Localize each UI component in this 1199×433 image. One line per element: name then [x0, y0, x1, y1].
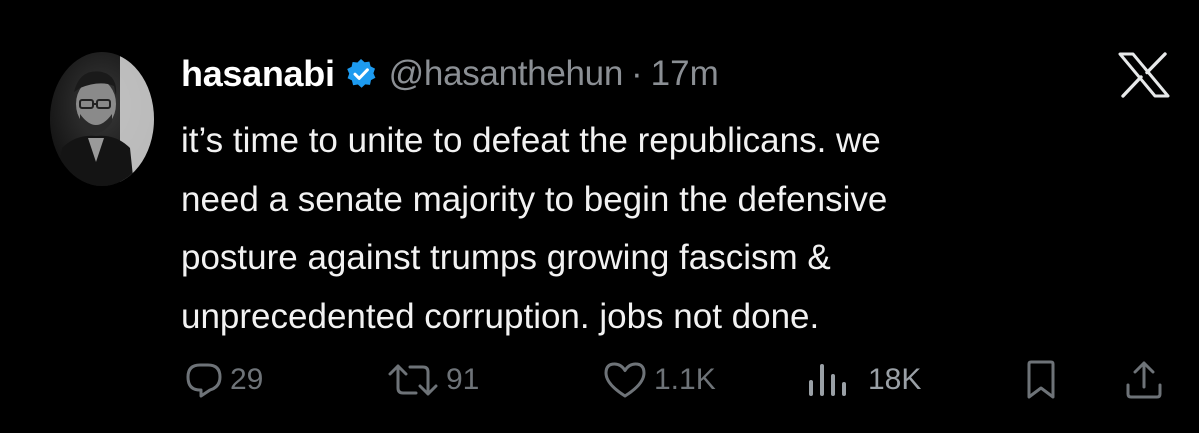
- like-icon: [602, 360, 648, 400]
- avatar[interactable]: [50, 52, 154, 186]
- share-button[interactable]: [1124, 355, 1164, 405]
- timestamp[interactable]: 17m: [651, 54, 719, 94]
- separator-dot: ·: [631, 54, 643, 93]
- action-bar: 29 91 1.1K 18K: [0, 355, 1199, 405]
- display-name[interactable]: hasanabi: [181, 53, 335, 95]
- views-button[interactable]: 18K: [808, 355, 921, 405]
- tweet-text: it’s time to unite to defeat the republi…: [181, 112, 1091, 346]
- handle[interactable]: @hasanthehun: [389, 54, 624, 94]
- tweet-text-line: it’s time to unite to defeat the republi…: [181, 121, 881, 160]
- tweet-text-line: unprecedented corruption. jobs not done.: [181, 296, 820, 336]
- tweet-text-line: posture against trumps growing fascism &: [181, 238, 831, 277]
- retweet-button[interactable]: 91: [386, 355, 479, 405]
- like-count: 1.1K: [654, 363, 716, 396]
- reply-button[interactable]: 29: [184, 355, 263, 405]
- verified-badge-icon[interactable]: [345, 58, 377, 90]
- tweet-header: hasanabi @hasanthehun · 17m: [181, 50, 719, 98]
- views-icon: [808, 360, 850, 400]
- x-logo-icon[interactable]: [1118, 52, 1170, 98]
- views-count: 18K: [868, 363, 922, 396]
- share-icon: [1124, 359, 1164, 401]
- reply-count: 29: [230, 363, 264, 396]
- bookmark-button[interactable]: [1024, 355, 1058, 405]
- reply-icon: [184, 360, 224, 400]
- retweet-count: 91: [446, 363, 480, 396]
- like-button[interactable]: 1.1K: [602, 355, 716, 405]
- bookmark-icon: [1024, 359, 1058, 401]
- tweet-text-line: need a senate majority to begin the defe…: [181, 179, 888, 219]
- retweet-icon: [386, 360, 440, 400]
